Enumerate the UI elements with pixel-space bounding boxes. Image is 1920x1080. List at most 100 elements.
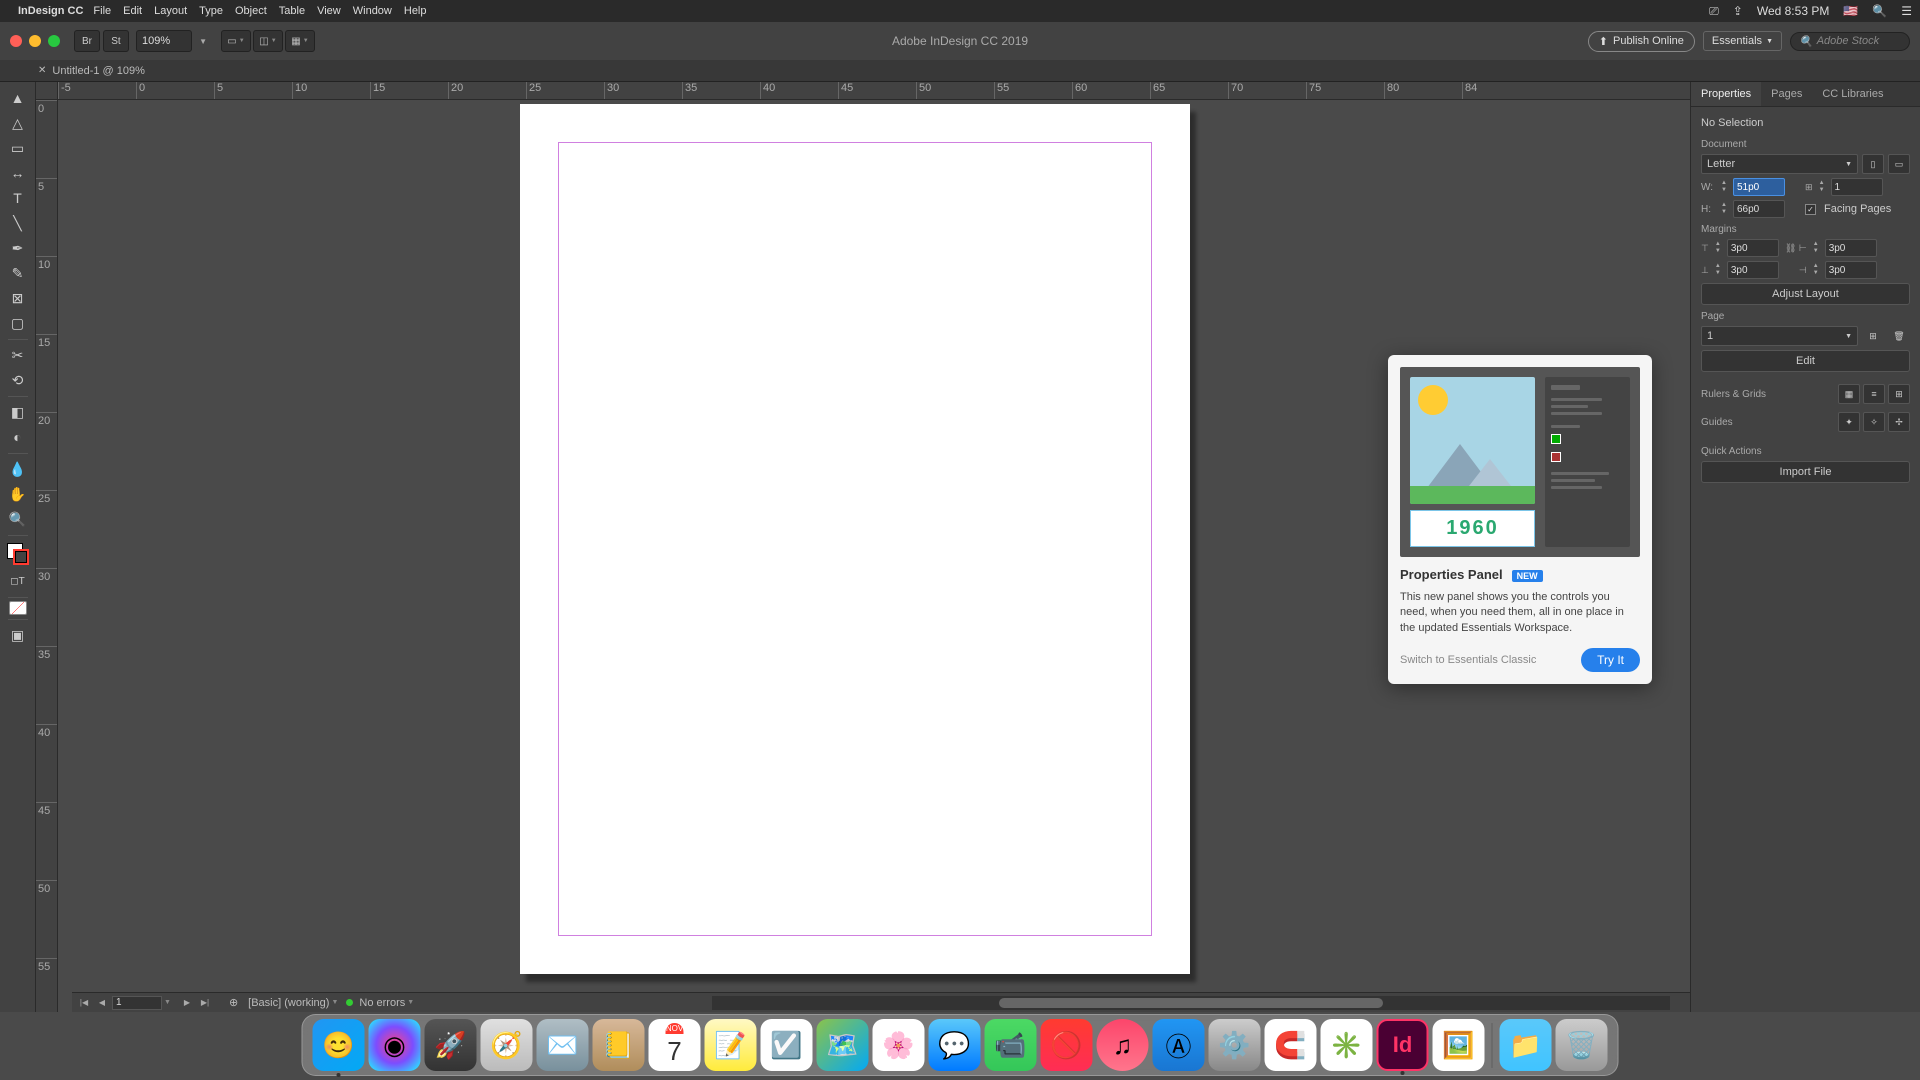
dock-indesign[interactable]: Id xyxy=(1377,1019,1429,1071)
menu-table[interactable]: Table xyxy=(279,5,305,17)
rectangle-frame-tool[interactable]: ⊠ xyxy=(4,286,32,310)
pen-tool[interactable]: ✒ xyxy=(4,236,32,260)
menu-layout[interactable]: Layout xyxy=(154,5,187,17)
tab-cclibraries[interactable]: CC Libraries xyxy=(1812,82,1893,106)
horizontal-ruler[interactable]: -50510152025303540455055606570758084 xyxy=(58,82,1690,100)
dock-siri[interactable]: ◉ xyxy=(369,1019,421,1071)
margin-left-input[interactable] xyxy=(1825,239,1877,257)
columns-input[interactable] xyxy=(1831,178,1883,196)
document-grid-button[interactable]: ⊞ xyxy=(1888,384,1910,404)
bluetooth-icon[interactable]: ⇪ xyxy=(1733,4,1743,18)
edit-page-button[interactable]: Edit xyxy=(1701,350,1910,372)
dock-app-flower[interactable]: ✳️ xyxy=(1321,1019,1373,1071)
dock-launchpad[interactable]: 🚀 xyxy=(425,1019,477,1071)
minimize-window-button[interactable] xyxy=(29,35,41,47)
hand-tool[interactable]: ✋ xyxy=(4,482,32,506)
dock-reminders[interactable]: ☑️ xyxy=(761,1019,813,1071)
dock-facetime[interactable]: 📹 xyxy=(985,1019,1037,1071)
width-input[interactable] xyxy=(1733,178,1785,196)
margin-top-input[interactable] xyxy=(1727,239,1779,257)
horizontal-scrollbar[interactable] xyxy=(712,996,1670,1010)
tab-pages[interactable]: Pages xyxy=(1761,82,1812,106)
dock-messages[interactable]: 💬 xyxy=(929,1019,981,1071)
app-name[interactable]: InDesign CC xyxy=(18,5,83,17)
type-tool[interactable]: T xyxy=(4,186,32,210)
link-margins-icon[interactable]: ⛓ xyxy=(1785,243,1793,254)
tab-properties[interactable]: Properties xyxy=(1691,82,1761,106)
fill-stroke-swatch[interactable] xyxy=(7,543,29,565)
view-option-2[interactable]: ◫▼ xyxy=(253,30,283,52)
ruler-origin[interactable] xyxy=(36,82,58,100)
margin-bottom-input[interactable] xyxy=(1727,261,1779,279)
clock[interactable]: Wed 8:53 PM xyxy=(1757,4,1829,18)
document-tab[interactable]: ✕ Untitled-1 @ 109% xyxy=(38,65,145,77)
import-file-button[interactable]: Import File xyxy=(1701,461,1910,483)
zoom-level-input[interactable]: 109% xyxy=(136,30,192,52)
gradient-feather-tool[interactable]: ◐ xyxy=(4,425,32,449)
gradient-swatch-tool[interactable]: ◧ xyxy=(4,400,32,424)
page-number-input[interactable] xyxy=(112,996,162,1010)
snap-guides-button[interactable]: ✢ xyxy=(1888,412,1910,432)
maximize-window-button[interactable] xyxy=(48,35,60,47)
next-page-button[interactable]: ▶ xyxy=(179,996,195,1010)
zoom-tool[interactable]: 🔍 xyxy=(4,507,32,531)
eyedropper-tool[interactable]: 💧 xyxy=(4,457,32,481)
dock-app-magnet[interactable]: 🧲 xyxy=(1265,1019,1317,1071)
free-transform-tool[interactable]: ⟲ xyxy=(4,368,32,392)
scissors-tool[interactable]: ✂ xyxy=(4,343,32,367)
last-page-button[interactable]: ▶| xyxy=(197,996,213,1010)
dock-news[interactable]: 🚫 xyxy=(1041,1019,1093,1071)
margin-right-input[interactable] xyxy=(1825,261,1877,279)
selection-tool[interactable]: ▲ xyxy=(4,86,32,110)
pencil-tool[interactable]: ✎ xyxy=(4,261,32,285)
columns-spinner[interactable]: ▲▼ xyxy=(1817,180,1827,194)
prev-page-button[interactable]: ◀ xyxy=(94,996,110,1010)
zoom-dropdown-icon[interactable]: ▼ xyxy=(199,37,207,46)
new-page-button[interactable]: ⊞ xyxy=(1862,326,1884,346)
flag-icon[interactable]: 🇺🇸 xyxy=(1843,4,1858,18)
document-page[interactable] xyxy=(520,104,1190,974)
delete-page-button[interactable]: 🗑 xyxy=(1888,326,1910,346)
screen-mirror-icon[interactable]: ⎚ xyxy=(1709,4,1719,19)
menu-window[interactable]: Window xyxy=(353,5,392,17)
dock-contacts[interactable]: 📒 xyxy=(593,1019,645,1071)
first-page-button[interactable]: |◀ xyxy=(76,996,92,1010)
open-panel-icon[interactable]: ⊕ xyxy=(229,996,238,1009)
height-spinner[interactable]: ▲▼ xyxy=(1719,202,1729,216)
switch-classic-link[interactable]: Switch to Essentials Classic xyxy=(1400,654,1536,666)
menu-type[interactable]: Type xyxy=(199,5,223,17)
menu-help[interactable]: Help xyxy=(404,5,427,17)
preflight-profile[interactable]: [Basic] (working) xyxy=(248,997,329,1009)
height-input[interactable] xyxy=(1733,200,1785,218)
page-preset-select[interactable]: Letter▼ xyxy=(1701,154,1858,174)
workspace-switcher[interactable]: Essentials ▼ xyxy=(1703,31,1782,51)
dock-safari[interactable]: 🧭 xyxy=(481,1019,533,1071)
stock-button[interactable]: St xyxy=(103,30,129,52)
adjust-layout-button[interactable]: Adjust Layout xyxy=(1701,283,1910,305)
try-it-button[interactable]: Try It xyxy=(1581,648,1640,672)
menu-view[interactable]: View xyxy=(317,5,341,17)
facing-pages-checkbox[interactable]: ✓ xyxy=(1805,204,1816,215)
menu-object[interactable]: Object xyxy=(235,5,267,17)
view-option-3[interactable]: ▦▼ xyxy=(285,30,315,52)
dock-appstore[interactable]: Ⓐ xyxy=(1153,1019,1205,1071)
page-tool[interactable]: ▭ xyxy=(4,136,32,160)
view-option-1[interactable]: ▭▼ xyxy=(221,30,251,52)
rectangle-tool[interactable]: ▢ xyxy=(4,311,32,335)
adobe-stock-search[interactable]: 🔍 Adobe Stock xyxy=(1790,32,1910,51)
menu-edit[interactable]: Edit xyxy=(123,5,142,17)
menu-extras-icon[interactable]: ☰ xyxy=(1901,4,1912,18)
screen-mode-icon[interactable]: ▣ xyxy=(4,623,32,647)
dock-preview[interactable]: 🖼️ xyxy=(1433,1019,1485,1071)
dock-maps[interactable]: 🗺️ xyxy=(817,1019,869,1071)
baseline-grid-button[interactable]: ≡ xyxy=(1863,384,1885,404)
dock-itunes[interactable]: ♫ xyxy=(1097,1019,1149,1071)
menu-file[interactable]: File xyxy=(93,5,111,17)
dock-calendar[interactable]: NOV7 xyxy=(649,1019,701,1071)
dock-trash[interactable]: 🗑️ xyxy=(1556,1019,1608,1071)
direct-selection-tool[interactable]: △ xyxy=(4,111,32,135)
spotlight-icon[interactable]: 🔍 xyxy=(1872,4,1887,18)
vertical-ruler[interactable]: 05101520253035404550556065 xyxy=(36,100,58,1012)
page-select[interactable]: 1▼ xyxy=(1701,326,1858,346)
close-tab-icon[interactable]: ✕ xyxy=(38,65,46,76)
